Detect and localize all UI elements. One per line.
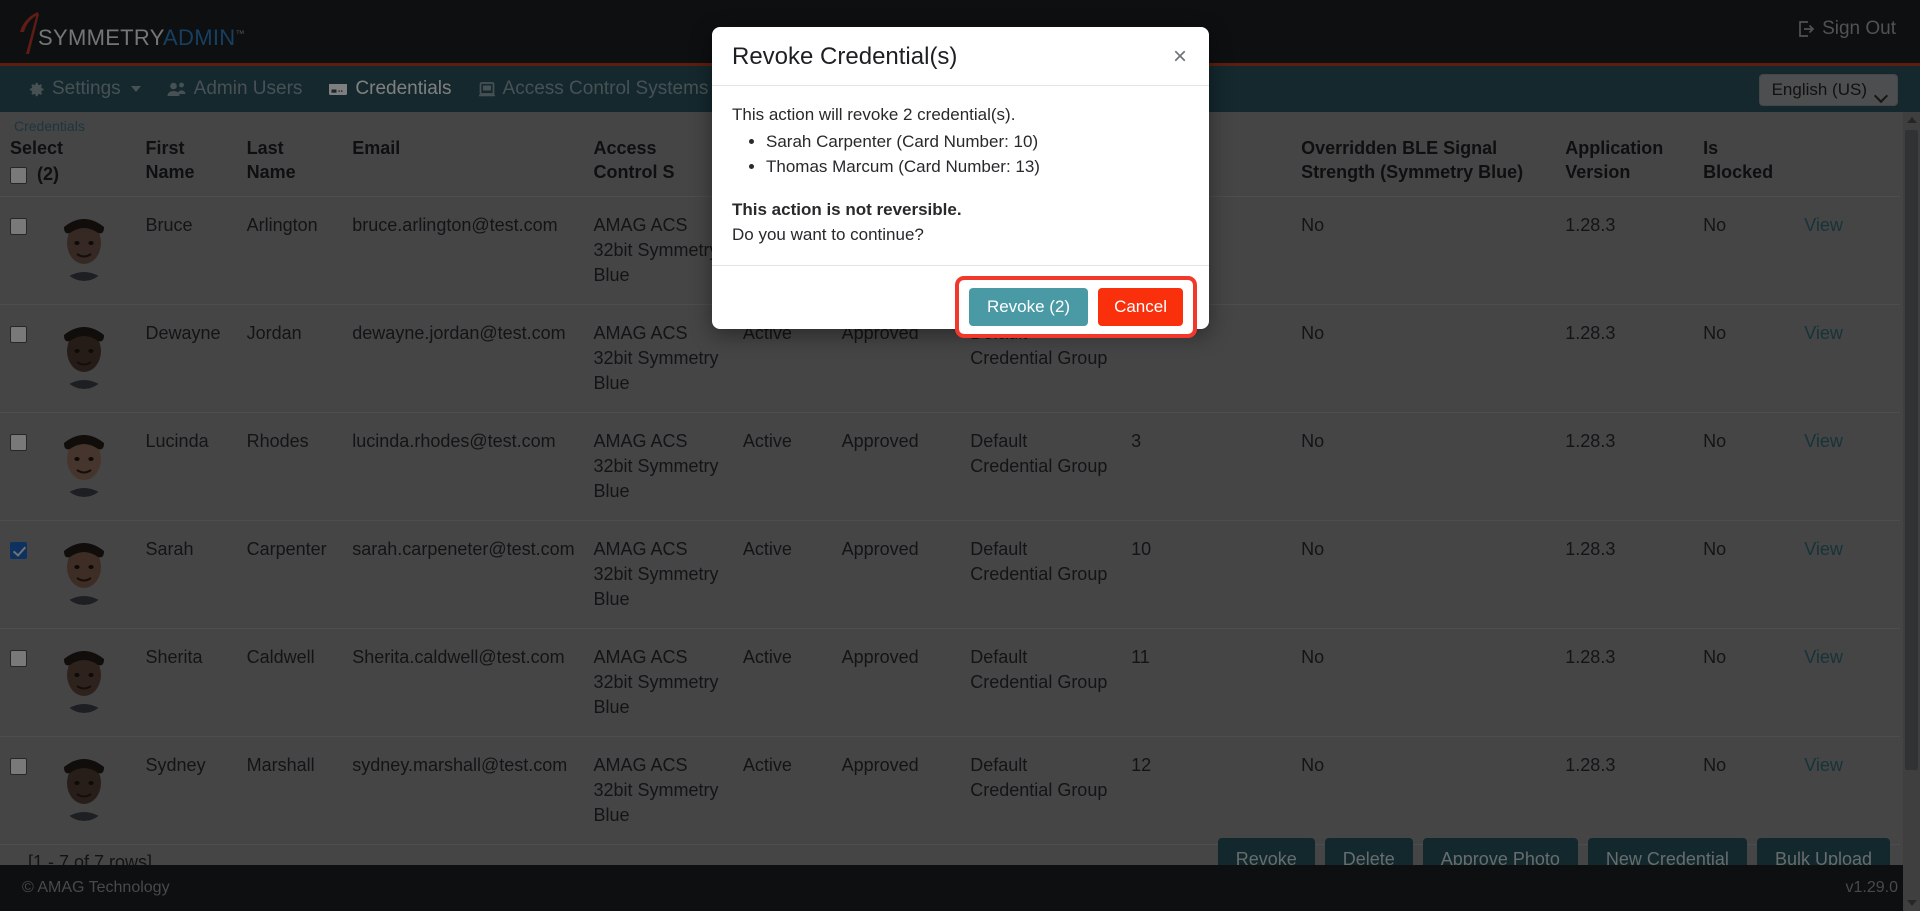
modal-button-highlight: Revoke (2) Cancel xyxy=(954,276,1197,338)
modal-body: This action will revoke 2 credential(s).… xyxy=(712,86,1209,265)
close-icon[interactable]: × xyxy=(1171,45,1189,69)
modal-question-text: Do you want to continue? xyxy=(732,225,924,244)
modal-title: Revoke Credential(s) xyxy=(732,43,958,70)
modal-footer: Revoke (2) Cancel xyxy=(712,265,1209,338)
modal-credential-item: Sarah Carpenter (Card Number: 10) xyxy=(766,129,1189,154)
modal-credential-list: Sarah Carpenter (Card Number: 10)Thomas … xyxy=(766,129,1189,179)
revoke-confirm-button[interactable]: Revoke (2) xyxy=(968,288,1089,326)
revoke-credentials-modal: Revoke Credential(s) × This action will … xyxy=(712,27,1209,338)
cancel-button[interactable]: Cancel xyxy=(1098,288,1183,326)
modal-warning-text: This action is not reversible. xyxy=(732,200,962,219)
app-root: SYMMETRYADMIN™ Sign Out Settings xyxy=(0,0,1920,911)
modal-header: Revoke Credential(s) × xyxy=(712,27,1209,86)
modal-intro-text: This action will revoke 2 credential(s). xyxy=(732,105,1016,124)
modal-credential-item: Thomas Marcum (Card Number: 13) xyxy=(766,154,1189,179)
